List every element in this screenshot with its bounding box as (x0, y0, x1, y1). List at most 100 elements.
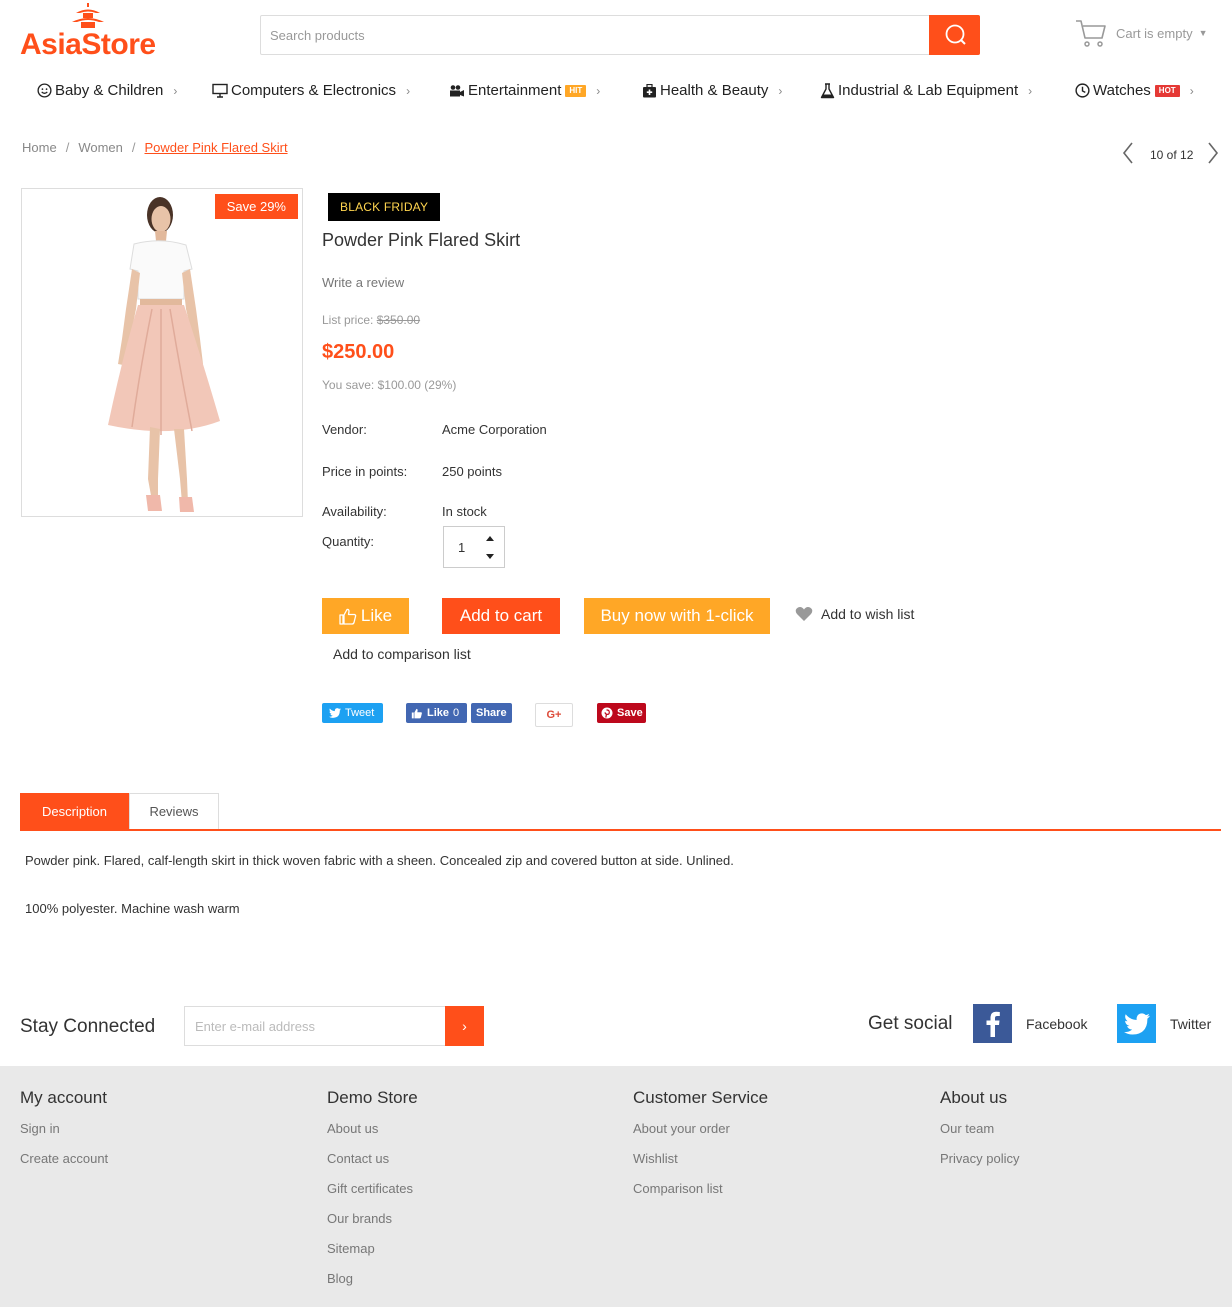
menu-item-label: Entertainment (468, 82, 562, 99)
add-to-wishlist-button[interactable]: Add to wish list (795, 606, 914, 622)
breadcrumb-separator: / (65, 140, 70, 155)
newsletter-form: › (184, 1006, 484, 1046)
tweet-label: Tweet (345, 707, 375, 719)
store-logo[interactable]: AsiaStore (20, 2, 165, 62)
pin-label: Save (617, 707, 643, 719)
tweet-button[interactable]: Tweet (322, 703, 383, 723)
like-button[interactable]: Like (322, 598, 409, 634)
heart-icon (795, 607, 813, 621)
twitter-label: Twitter (1170, 1015, 1212, 1032)
footer-column-demo-store: Demo Store About us Contact us Gift cert… (327, 1088, 418, 1301)
twitter-link[interactable]: Twitter (1117, 1004, 1211, 1043)
facebook-share-button[interactable]: Share (471, 703, 512, 723)
increment-icon[interactable] (484, 532, 496, 544)
menu-item-label: Industrial & Lab Equipment (838, 82, 1019, 99)
like-label: Like (360, 606, 393, 625)
breadcrumb-home[interactable]: Home (22, 140, 57, 155)
footer-link[interactable]: Contact us (327, 1151, 418, 1167)
footer-link[interactable]: About us (327, 1121, 418, 1137)
footer-link[interactable]: Sign in (20, 1121, 108, 1137)
chevron-down-icon: ▼ (1198, 28, 1208, 38)
black-friday-badge: BLACK FRIDAY (328, 193, 441, 221)
points-value: 250 points (442, 464, 502, 479)
chevron-right-icon: › (1189, 83, 1194, 98)
chevron-right-icon: › (462, 1018, 467, 1034)
you-save: You save: $100.00 (29%) (322, 378, 457, 392)
menu-item-industrial-lab-equipment[interactable]: Industrial & Lab Equipment › (819, 82, 1032, 99)
footer-column-title: Demo Store (327, 1088, 418, 1107)
buy-now-button[interactable]: Buy now with 1-click (584, 598, 770, 634)
main-menu: Baby & Children › Computers & Electronic… (20, 78, 1232, 106)
monitor-icon (212, 83, 228, 99)
availability-value: In stock (442, 504, 487, 519)
email-field[interactable] (185, 1007, 443, 1045)
decrement-icon[interactable] (484, 550, 496, 562)
fb-like-count: 0 (453, 707, 460, 719)
search-box (260, 15, 980, 55)
google-plus-button[interactable]: G+ (535, 703, 573, 727)
quantity-stepper[interactable]: 1 (443, 526, 505, 568)
footer-column-title: Customer Service (633, 1088, 769, 1107)
menu-item-health-beauty[interactable]: Health & Beauty › (641, 82, 782, 99)
search-input[interactable] (261, 16, 921, 54)
stay-connected-title: Stay Connected (20, 1016, 156, 1037)
description-paragraph: 100% polyester. Machine wash warm (25, 901, 240, 916)
footer-column-title: About us (940, 1088, 1008, 1107)
facebook-like-button[interactable]: Like 0 (406, 703, 467, 723)
fb-like-label: Like (427, 707, 450, 719)
menu-item-computers-electronics[interactable]: Computers & Electronics › (212, 82, 410, 99)
footer-link[interactable]: Gift certificates (327, 1181, 418, 1197)
breadcrumb-women[interactable]: Women (78, 140, 123, 155)
quantity-value[interactable]: 1 (458, 540, 465, 555)
write-review-link[interactable]: Write a review (322, 275, 404, 290)
footer-link[interactable]: Privacy policy (940, 1151, 1019, 1167)
list-price-value: $350.00 (376, 313, 421, 327)
footer-link[interactable]: Comparison list (633, 1181, 768, 1197)
menu-item-label: Baby & Children (55, 82, 164, 99)
footer-link[interactable]: Sitemap (327, 1241, 418, 1257)
description-paragraph: Powder pink. Flared, calf-length skirt i… (25, 853, 734, 868)
prev-arrow-icon[interactable] (1122, 142, 1134, 167)
pager-position: 10 of 12 (1150, 147, 1194, 162)
subscribe-button[interactable]: › (445, 1006, 484, 1046)
footer-column-about-us: About us Our team Privacy policy (940, 1088, 1019, 1181)
breadcrumb-current[interactable]: Powder Pink Flared Skirt (145, 140, 288, 155)
footer-link[interactable]: Blog (327, 1271, 418, 1287)
footer-link[interactable]: Our team (940, 1121, 1019, 1137)
points-label: Price in points: (322, 464, 408, 479)
vendor-value[interactable]: Acme Corporation (442, 422, 547, 437)
next-arrow-icon[interactable] (1207, 142, 1219, 167)
menu-item-baby-children[interactable]: Baby & Children › (36, 82, 177, 99)
chevron-right-icon: › (406, 83, 411, 98)
wishlist-label: Add to wish list (821, 606, 915, 622)
add-to-comparison-button[interactable]: Add to comparison list (333, 646, 471, 662)
product-price: $250.00 (322, 341, 395, 363)
breadcrumb-separator: / (131, 140, 136, 155)
chevron-right-icon: › (778, 83, 783, 98)
cart-widget[interactable]: Cart is empty ▼ (1075, 17, 1215, 49)
facebook-icon (973, 1004, 1012, 1043)
search-button[interactable] (929, 15, 980, 55)
add-to-cart-button[interactable]: Add to cart (442, 598, 560, 634)
tab-description[interactable]: Description (20, 793, 129, 829)
footer-link[interactable]: Our brands (327, 1211, 418, 1227)
save-badge: Save 29% (214, 194, 298, 219)
footer-link[interactable]: Wishlist (633, 1151, 768, 1167)
tab-reviews[interactable]: Reviews (129, 793, 219, 829)
medkit-icon (641, 83, 657, 99)
twitter-icon (1117, 1004, 1156, 1043)
footer-link[interactable]: Create account (20, 1151, 108, 1167)
pinterest-save-button[interactable]: Save (597, 703, 646, 723)
logo-text-asia: Asia (20, 28, 82, 61)
facebook-thumb-icon (411, 708, 422, 718)
facebook-link[interactable]: Facebook (973, 1004, 1087, 1043)
flask-icon (819, 82, 835, 99)
chevron-right-icon: › (596, 83, 601, 98)
footer-link[interactable]: About your order (633, 1121, 768, 1137)
pinterest-icon (601, 707, 613, 719)
product-image[interactable]: Save 29% (21, 188, 303, 517)
menu-item-watches[interactable]: Watches HOT › (1074, 82, 1194, 99)
menu-item-label: Watches (1093, 82, 1151, 99)
list-price: List price: $350.00 (322, 313, 420, 327)
menu-item-entertainment[interactable]: Entertainment HIT › (449, 82, 600, 99)
